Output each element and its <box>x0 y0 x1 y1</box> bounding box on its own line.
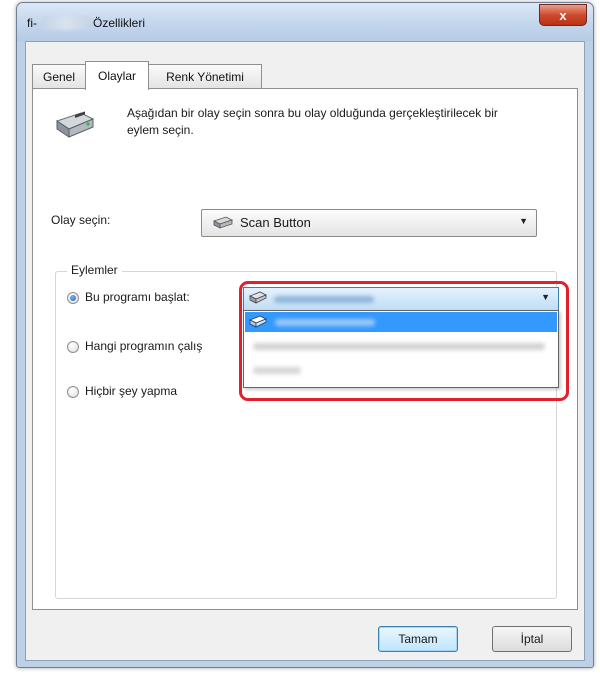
close-button[interactable]: x <box>539 4 587 26</box>
radio-prompt-program[interactable] <box>67 341 79 353</box>
highlight-frame <box>239 281 569 401</box>
radio-do-nothing[interactable] <box>67 386 79 398</box>
ok-button[interactable]: Tamam <box>378 626 458 652</box>
properties-window: fi- Özellikleri x Genel Olaylar Renk Yön… <box>16 2 594 668</box>
tab-general-label: Genel <box>42 70 76 84</box>
radio-do-nothing-label[interactable]: Hiçbir şey yapma <box>85 384 177 398</box>
title-bar[interactable]: fi- Özellikleri x <box>17 3 593 41</box>
event-select[interactable]: Scan Button ▼ <box>201 209 537 237</box>
dialog-client: Genel Olaylar Renk Yönetimi Aşağıdan bir… <box>25 41 585 661</box>
radio-start-program-label[interactable]: Bu programı başlat: <box>85 290 190 304</box>
chevron-down-icon: ▼ <box>519 216 528 226</box>
scanner-small-icon <box>212 216 234 229</box>
redacted-model-name <box>43 16 89 30</box>
tab-events-label: Olaylar <box>97 69 136 83</box>
radio-start-program[interactable] <box>67 292 79 304</box>
tab-color-management[interactable]: Renk Yönetimi <box>148 64 262 89</box>
tab-color-management-label: Renk Yönetimi <box>166 70 244 84</box>
event-select-label: Olay seçin: <box>51 213 111 227</box>
window-title-prefix: fi- <box>27 16 37 30</box>
tab-general[interactable]: Genel <box>32 64 86 89</box>
events-panel: Aşağıdan bir olay seçin sonra bu olay ol… <box>32 88 578 610</box>
event-select-value: Scan Button <box>240 215 311 230</box>
radio-prompt-program-label[interactable]: Hangi programın çalış <box>85 339 202 353</box>
scanner-icon <box>55 111 95 138</box>
cancel-button[interactable]: İptal <box>492 626 572 652</box>
close-icon: x <box>559 7 567 23</box>
actions-group-label: Eylemler <box>67 263 122 277</box>
window-title: Özellikleri <box>93 16 146 30</box>
tab-events[interactable]: Olaylar <box>85 61 149 90</box>
events-description: Aşağıdan bir olay seçin sonra bu olay ol… <box>127 106 498 137</box>
